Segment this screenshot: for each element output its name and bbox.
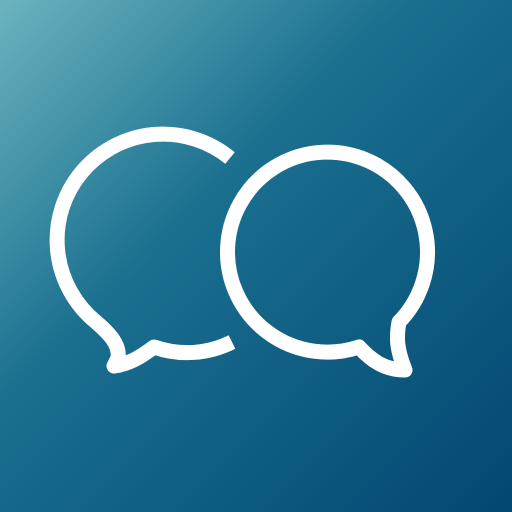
- app-icon: [0, 0, 512, 512]
- chat-bubbles-logo-icon: [0, 0, 512, 512]
- background: [0, 0, 512, 512]
